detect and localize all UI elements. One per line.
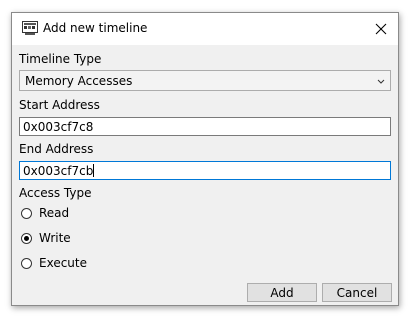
chevron-down-icon bbox=[377, 79, 385, 84]
add-button[interactable]: Add bbox=[247, 283, 317, 302]
radio-execute[interactable]: Execute bbox=[21, 255, 87, 271]
timeline-type-label: Timeline Type bbox=[19, 52, 102, 66]
timeline-app-icon bbox=[22, 21, 38, 35]
start-address-input[interactable]: 0x003cf7c8 bbox=[19, 117, 391, 136]
close-button[interactable] bbox=[364, 13, 398, 45]
radio-circle bbox=[21, 232, 32, 244]
timeline-type-select[interactable]: Memory Accesses bbox=[19, 70, 391, 91]
radio-execute-label: Execute bbox=[39, 256, 87, 270]
radio-circle bbox=[21, 257, 32, 269]
end-address-input[interactable]: 0x003cf7cb bbox=[19, 161, 391, 180]
radio-read[interactable]: Read bbox=[21, 205, 69, 221]
title-bar[interactable]: Add new timeline bbox=[12, 13, 398, 45]
dialog-title: Add new timeline bbox=[43, 21, 148, 35]
text-caret bbox=[93, 164, 95, 177]
start-address-value: 0x003cf7c8 bbox=[23, 120, 94, 134]
radio-write[interactable]: Write bbox=[21, 230, 71, 246]
close-icon bbox=[375, 23, 387, 35]
cancel-button[interactable]: Cancel bbox=[322, 283, 392, 302]
radio-circle bbox=[21, 207, 32, 219]
radio-write-label: Write bbox=[39, 231, 71, 245]
radio-read-label: Read bbox=[39, 206, 70, 220]
end-address-label: End Address bbox=[19, 142, 94, 156]
access-type-label: Access Type bbox=[19, 186, 92, 200]
end-address-value: 0x003cf7cb bbox=[23, 164, 95, 178]
add-timeline-dialog: Add new timeline Timeline Type Memory Ac… bbox=[11, 12, 399, 306]
start-address-label: Start Address bbox=[19, 98, 100, 112]
radio-selected-dot bbox=[24, 235, 29, 241]
timeline-type-value: Memory Accesses bbox=[25, 74, 133, 88]
